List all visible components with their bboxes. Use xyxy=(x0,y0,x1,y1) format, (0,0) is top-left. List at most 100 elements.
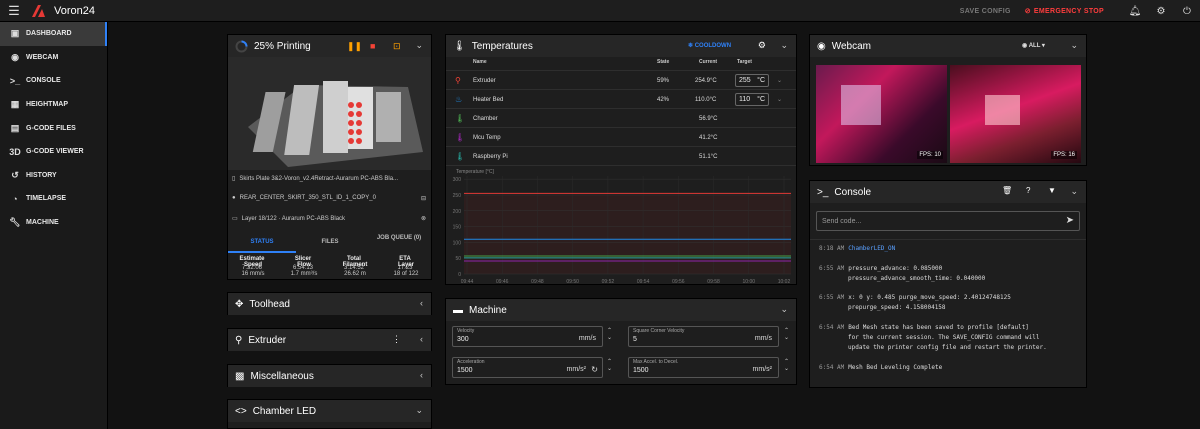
square-corner-velocity-field[interactable]: Square Corner Velocity 5 mm/s xyxy=(628,326,779,347)
sensor-name[interactable]: Chamber xyxy=(473,116,498,122)
scv-stepper[interactable]: ⌃ ⌄ xyxy=(784,328,789,342)
delete-icon[interactable]: 🗑︎ xyxy=(1002,186,1012,195)
console-line: prepurge_speed: 4.158004158 xyxy=(848,304,946,311)
heater-current: 110.0°C xyxy=(695,96,717,103)
chevron-down-icon[interactable]: ⌄ xyxy=(1070,40,1078,51)
extruder-panel[interactable]: ⚲ Extruder ⋮ ‹ xyxy=(227,328,432,351)
velocity-field[interactable]: Velocity 300 mm/s xyxy=(452,326,603,347)
y-tick-label: 300 xyxy=(453,177,462,183)
console-title: Console xyxy=(834,186,872,198)
console-input[interactable]: Send code... ➤ xyxy=(816,211,1080,231)
menu-icon[interactable]: ☰ xyxy=(0,3,28,19)
sensor-name[interactable]: Raspberry Pi xyxy=(473,154,508,160)
nav-gcode-files[interactable]: ▤ G-CODE FILES xyxy=(0,116,107,140)
chevron-down-icon[interactable]: ⌄ xyxy=(1070,186,1078,197)
webcam-filter[interactable]: ◉ ALL ▾ xyxy=(1022,42,1045,49)
emergency-stop-button[interactable]: ⊘ EMERGENCY STOP xyxy=(1025,7,1104,16)
x-tick-label: 09:48 xyxy=(531,279,544,285)
object-icon: ● xyxy=(232,195,236,201)
file-row: ▯ Skirts Plate 3&2-Voron_v2.4Retract-Aura… xyxy=(232,175,428,182)
tab-status[interactable]: STATUS xyxy=(228,231,296,253)
save-config-button[interactable]: SAVE CONFIG xyxy=(960,8,1011,15)
chevron-down-icon[interactable]: ⌄ xyxy=(780,304,788,315)
filter-icon[interactable]: ▼ xyxy=(1048,186,1056,195)
nav-label: TIMELAPSE xyxy=(26,195,67,203)
nav-timelapse[interactable]: ◔ TIMELAPSE xyxy=(0,187,107,211)
chevron-down-icon[interactable]: ⌄ xyxy=(777,77,782,84)
more-vert-icon[interactable]: ⋮ xyxy=(392,334,401,345)
chamber-led-title: Chamber LED xyxy=(252,405,317,417)
layer-row: ▭ Layer 18/122 · Aurarum PC-ABS Black ⊗ xyxy=(232,215,428,222)
status-card: 25% Printing ❚❚ ■ ⊡ ⌄ ▯ Skirts Plate 3&2-… xyxy=(227,34,432,280)
printhead-shape xyxy=(841,85,881,125)
nav-webcam[interactable]: ◉ WEBCAM xyxy=(0,46,107,70)
tab-job-queue[interactable]: JOB QUEUE (0) xyxy=(374,234,424,242)
stop-icon[interactable]: ■ xyxy=(370,41,375,51)
gear-icon[interactable]: ⚙ xyxy=(1148,6,1174,17)
cooldown-button[interactable]: ❄ COOLDOWN xyxy=(688,42,731,49)
y-tick-label: 0 xyxy=(458,272,461,278)
snowflake-icon: ❄ xyxy=(688,43,694,49)
chevron-down-icon[interactable]: ⌄ xyxy=(780,40,788,51)
nav-console[interactable]: >_ CONSOLE xyxy=(0,69,107,93)
chevron-down-icon[interactable]: ⌄ xyxy=(415,40,423,51)
fps-label: FPS: 16 xyxy=(1051,151,1077,159)
tab-files[interactable]: FILES xyxy=(296,231,364,253)
toolhead-panel[interactable]: ✥ Toolhead ‹ xyxy=(227,292,432,315)
chevron-down-icon[interactable]: ⌄ xyxy=(415,405,423,416)
accel-stepper[interactable]: ⌃ ⌄ xyxy=(607,359,612,373)
close-icon[interactable]: ⊗ xyxy=(421,215,426,222)
console-line: 6:54 AM Mesh Bed Leveling Complete xyxy=(819,364,943,371)
misc-panel[interactable]: ▩ Miscellaneous ‹ xyxy=(227,364,432,387)
chevron-down-icon[interactable]: ⌄ xyxy=(777,96,782,103)
max-accel-to-decel-field[interactable]: Max Accel. to Decel. 1500 mm/s² xyxy=(628,357,779,378)
nav-history[interactable]: ↺ HISTORY xyxy=(0,164,107,188)
temp-row-heater-bed: ♨ Heater Bed 42% 110.0°C 110 °C ⌄ xyxy=(446,91,796,109)
nav-heightmap[interactable]: ▦ HEIGHTMAP xyxy=(0,93,107,117)
fps-label: FPS: 10 xyxy=(917,151,943,159)
thermometer-icon: 🌡︎ xyxy=(455,114,466,123)
sensor-name[interactable]: Mcu Temp xyxy=(473,135,501,141)
nav-gcode-viewer[interactable]: 3D G-CODE VIEWER xyxy=(0,140,107,164)
gear-icon[interactable]: ⚙ xyxy=(758,40,766,51)
app-title: Voron24 xyxy=(54,4,95,17)
webcam-feed-1[interactable]: FPS: 10 xyxy=(816,65,947,163)
x-tick-label: 09:56 xyxy=(672,279,685,285)
power-icon[interactable]: ⏻ xyxy=(1174,6,1200,17)
stat-slicer: Slicer 6:54:13 xyxy=(292,256,314,271)
console-line: 6:54 AM Bed Mesh state has been saved to … xyxy=(819,324,1029,331)
decel-stepper[interactable]: ⌃ ⌄ xyxy=(784,359,789,373)
acceleration-field[interactable]: Acceleration 1500 mm/s² ↻ xyxy=(452,357,603,378)
extruder-target-input[interactable]: 255 °C xyxy=(735,74,769,87)
pause-icon[interactable]: ❚❚ xyxy=(347,41,362,52)
webcam-card: ◉ Webcam ◉ ALL ▾ ⌄ FPS: 10 FPS: 16 xyxy=(809,34,1087,166)
chamber-led-panel[interactable]: <> Chamber LED ⌄ xyxy=(227,399,432,429)
print-thumbnail xyxy=(228,57,431,170)
chevron-left-icon[interactable]: ‹ xyxy=(420,370,423,380)
reset-icon[interactable]: ↻ xyxy=(591,365,598,374)
bell-icon[interactable]: 🔔︎ xyxy=(1122,6,1148,17)
console-divider xyxy=(810,239,1086,240)
exclude-object-icon[interactable]: ⊡ xyxy=(393,41,401,52)
object-select-icon[interactable]: ⊟ xyxy=(421,195,426,202)
heater-name[interactable]: Extruder xyxy=(473,78,496,84)
console-line: 6:55 AM x: 0 y: 0.485 purge_move_speed: 2… xyxy=(819,294,1011,301)
help-icon[interactable]: ? xyxy=(1026,186,1030,195)
temp-table-header: Name State Current Target xyxy=(446,59,796,71)
chevron-left-icon[interactable]: ‹ xyxy=(420,298,423,308)
nav-machine[interactable]: 🔧︎ MACHINE xyxy=(0,211,107,235)
nav-label: WEBCAM xyxy=(26,53,59,61)
chevron-left-icon[interactable]: ‹ xyxy=(420,334,423,344)
velocity-stepper[interactable]: ⌃ ⌄ xyxy=(607,328,612,342)
wrench-icon: 🔧︎ xyxy=(9,217,21,228)
nav-dashboard[interactable]: ▣ DASHBOARD xyxy=(0,22,107,46)
temperatures-card: 🌡︎ Temperatures ❄ COOLDOWN ⚙ ⌄ Name Stat… xyxy=(445,34,797,285)
x-tick-label: 09:44 xyxy=(461,279,474,285)
bed-target-input[interactable]: 110 °C xyxy=(735,93,769,106)
console-command-link[interactable]: ChamberLED_ON xyxy=(848,245,895,252)
heater-name[interactable]: Heater Bed xyxy=(473,97,503,103)
send-icon[interactable]: ➤ xyxy=(1066,215,1074,226)
code-icon: <> xyxy=(235,405,247,417)
x-tick-label: 09:50 xyxy=(566,279,579,285)
webcam-feed-2[interactable]: FPS: 16 xyxy=(950,65,1081,163)
